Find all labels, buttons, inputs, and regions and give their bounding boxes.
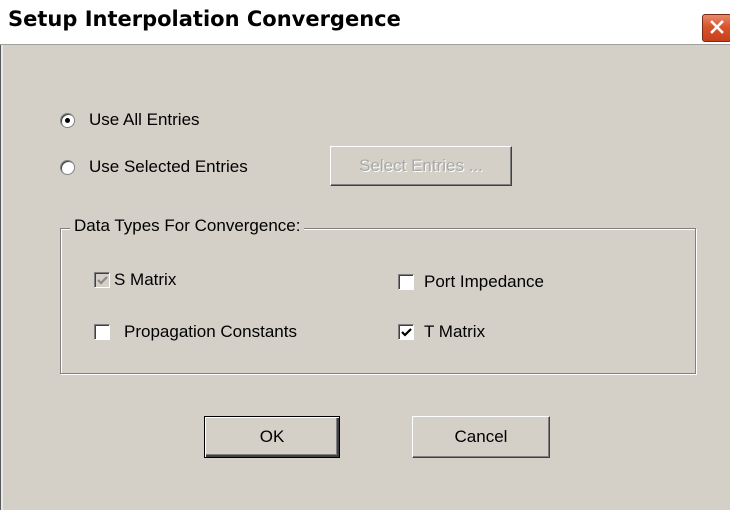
- use-all-entries-label: Use All Entries: [89, 110, 200, 129]
- ok-button[interactable]: OK: [204, 416, 340, 458]
- checkbox-box[interactable]: [94, 324, 110, 340]
- use-selected-entries-label: Use Selected Entries: [89, 157, 248, 176]
- t-matrix-label: T Matrix: [424, 322, 486, 341]
- s-matrix-label: S Matrix: [114, 270, 177, 289]
- checkmark-icon: [97, 276, 108, 285]
- propagation-constants-label: Propagation Constants: [124, 322, 297, 341]
- close-button[interactable]: [702, 14, 730, 42]
- use-selected-entries-radio[interactable]: Use Selected Entries: [60, 155, 248, 179]
- port-impedance-checkbox[interactable]: Port Impedance: [398, 270, 544, 294]
- window-border: [0, 0, 4, 510]
- data-types-groupbox: [60, 228, 696, 374]
- propagation-constants-checkbox[interactable]: Propagation Constants: [94, 320, 297, 344]
- checkmark-icon: [401, 328, 412, 337]
- cancel-button[interactable]: Cancel: [412, 416, 550, 458]
- data-types-group-label: Data Types For Convergence:: [70, 216, 305, 236]
- use-all-entries-radio[interactable]: Use All Entries: [60, 108, 200, 132]
- close-icon: [710, 20, 724, 34]
- checkbox-box[interactable]: [94, 272, 110, 288]
- t-matrix-checkbox[interactable]: T Matrix: [398, 320, 485, 344]
- checkbox-box[interactable]: [398, 324, 414, 340]
- setup-interpolation-convergence-dialog: Setup Interpolation Convergence Use All …: [0, 0, 730, 510]
- radio-button-checked[interactable]: [60, 112, 75, 128]
- s-matrix-checkbox[interactable]: S Matrix: [94, 268, 176, 292]
- select-entries-button[interactable]: Select Entries ...: [330, 146, 512, 186]
- radio-button-unchecked[interactable]: [60, 159, 75, 175]
- title-bar[interactable]: Setup Interpolation Convergence: [0, 0, 730, 45]
- window-title: Setup Interpolation Convergence: [8, 7, 401, 31]
- port-impedance-label: Port Impedance: [424, 272, 545, 291]
- checkbox-box[interactable]: [398, 274, 414, 290]
